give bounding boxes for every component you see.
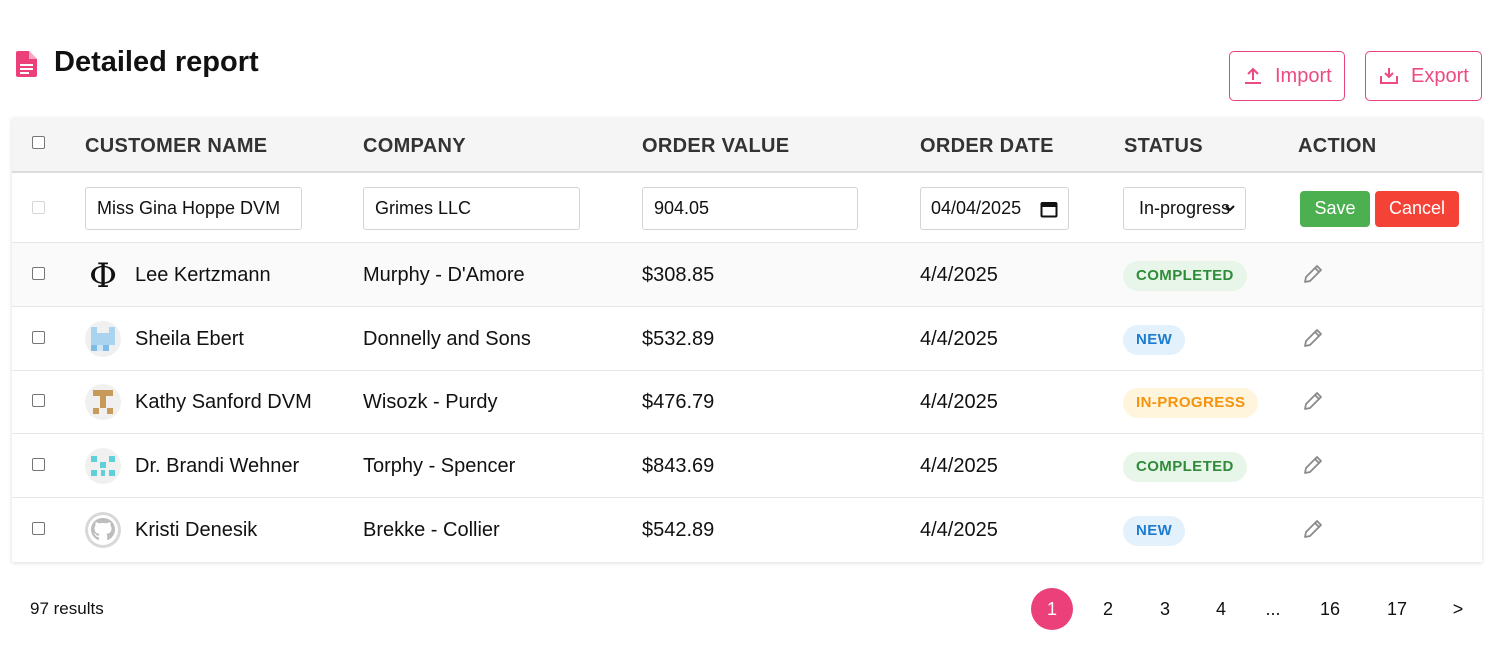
chevron-down-icon	[1224, 188, 1236, 229]
avatar: Φ	[85, 257, 121, 293]
page-title: Detailed report	[54, 46, 259, 78]
row-checkbox[interactable]	[32, 394, 45, 407]
page-3-button[interactable]: 3	[1151, 588, 1179, 630]
orders-table: CUSTOMER NAME COMPANY ORDER VALUE ORDER …	[12, 118, 1482, 562]
svg-text:Φ: Φ	[89, 257, 117, 293]
pencil-icon[interactable]	[1301, 453, 1325, 477]
order-date-input[interactable]: 04/04/2025	[920, 187, 1069, 230]
table-row: Dr. Brandi Wehner Torphy - Spencer $843.…	[12, 434, 1482, 498]
status-badge: COMPLETED	[1123, 261, 1247, 291]
order-value: $308.85	[642, 264, 715, 286]
results-count: 97 results	[30, 599, 104, 618]
company-name: Wisozk - Purdy	[363, 391, 498, 413]
customer-name-input[interactable]: Miss Gina Hoppe DVM	[85, 187, 302, 230]
order-value: $532.89	[642, 328, 715, 350]
page-2-button[interactable]: 2	[1094, 588, 1122, 630]
customer-name: Sheila Ebert	[135, 328, 244, 350]
customer-name: Lee Kertzmann	[135, 264, 271, 286]
customer-name: Kristi Denesik	[135, 519, 258, 541]
pencil-icon[interactable]	[1301, 326, 1325, 350]
pencil-icon[interactable]	[1301, 389, 1325, 413]
document-icon	[14, 51, 38, 77]
order-date-value: 04/04/2025	[931, 198, 1022, 218]
avatar	[85, 448, 121, 484]
download-icon	[1380, 68, 1398, 84]
column-header-action: ACTION	[1298, 135, 1377, 157]
company-name: Murphy - D'Amore	[363, 264, 525, 286]
avatar	[85, 384, 121, 420]
column-header-order-date[interactable]: ORDER DATE	[920, 135, 1054, 158]
pencil-icon[interactable]	[1301, 262, 1325, 286]
pencil-icon[interactable]	[1301, 517, 1325, 541]
save-button[interactable]: Save	[1300, 191, 1370, 227]
company-input[interactable]: Grimes LLC	[363, 187, 580, 230]
avatar	[85, 512, 121, 548]
row-checkbox[interactable]	[32, 267, 45, 280]
order-date: 4/4/2025	[920, 391, 998, 413]
upload-icon	[1245, 67, 1261, 84]
table-row: Sheila Ebert Donnelly and Sons $532.89 4…	[12, 307, 1482, 371]
row-checkbox-disabled	[32, 201, 45, 214]
select-all-checkbox[interactable]	[32, 136, 45, 149]
table-row: Kristi Denesik Brekke - Collier $542.89 …	[12, 498, 1482, 562]
company-name: Brekke - Collier	[363, 519, 500, 541]
table-row-editing: Miss Gina Hoppe DVM Grimes LLC 904.05 04…	[12, 173, 1482, 243]
table-header: CUSTOMER NAME COMPANY ORDER VALUE ORDER …	[12, 118, 1482, 173]
import-label: Import	[1275, 64, 1332, 87]
table-row: Kathy Sanford DVM Wisozk - Purdy $476.79…	[12, 371, 1482, 434]
page-1-button[interactable]: 1	[1031, 588, 1073, 630]
company-name: Torphy - Spencer	[363, 455, 516, 477]
customer-name: Kathy Sanford DVM	[135, 391, 312, 413]
cancel-button[interactable]: Cancel	[1375, 191, 1459, 227]
import-button[interactable]: Import	[1229, 51, 1345, 101]
order-date: 4/4/2025	[920, 328, 998, 350]
row-checkbox[interactable]	[32, 458, 45, 471]
column-header-customer[interactable]: CUSTOMER NAME	[85, 135, 267, 158]
status-select[interactable]: In-progress	[1123, 187, 1246, 230]
order-value: $542.89	[642, 519, 715, 541]
order-value: $476.79	[642, 391, 715, 413]
order-value: $843.69	[642, 455, 715, 477]
customer-name: Dr. Brandi Wehner	[135, 455, 300, 477]
order-date: 4/4/2025	[920, 455, 998, 477]
order-value-input[interactable]: 904.05	[642, 187, 858, 230]
order-date: 4/4/2025	[920, 519, 998, 541]
export-button[interactable]: Export	[1365, 51, 1482, 101]
column-header-order-value[interactable]: ORDER VALUE	[642, 135, 789, 158]
row-checkbox[interactable]	[32, 331, 45, 344]
status-badge: NEW	[1123, 325, 1186, 355]
table-row: Φ Lee Kertzmann Murphy - D'Amore $308.85…	[12, 243, 1482, 307]
status-badge: COMPLETED	[1123, 452, 1247, 482]
page-17-button[interactable]: 17	[1380, 588, 1414, 630]
next-page-button[interactable]: >	[1446, 588, 1470, 630]
page-16-button[interactable]: 16	[1313, 588, 1347, 630]
company-name: Donnelly and Sons	[363, 328, 531, 350]
page-4-button[interactable]: 4	[1207, 588, 1235, 630]
column-header-company[interactable]: COMPANY	[363, 135, 466, 158]
status-badge: IN-PROGRESS	[1123, 388, 1259, 418]
status-badge: NEW	[1123, 516, 1186, 546]
page-ellipsis: ...	[1265, 599, 1281, 619]
export-label: Export	[1411, 64, 1469, 87]
column-header-status[interactable]: STATUS	[1124, 135, 1203, 158]
status-select-value: In-progress	[1139, 198, 1231, 218]
row-checkbox[interactable]	[32, 522, 45, 535]
calendar-icon[interactable]	[1040, 200, 1058, 218]
avatar	[85, 321, 121, 357]
order-date: 4/4/2025	[920, 264, 998, 286]
